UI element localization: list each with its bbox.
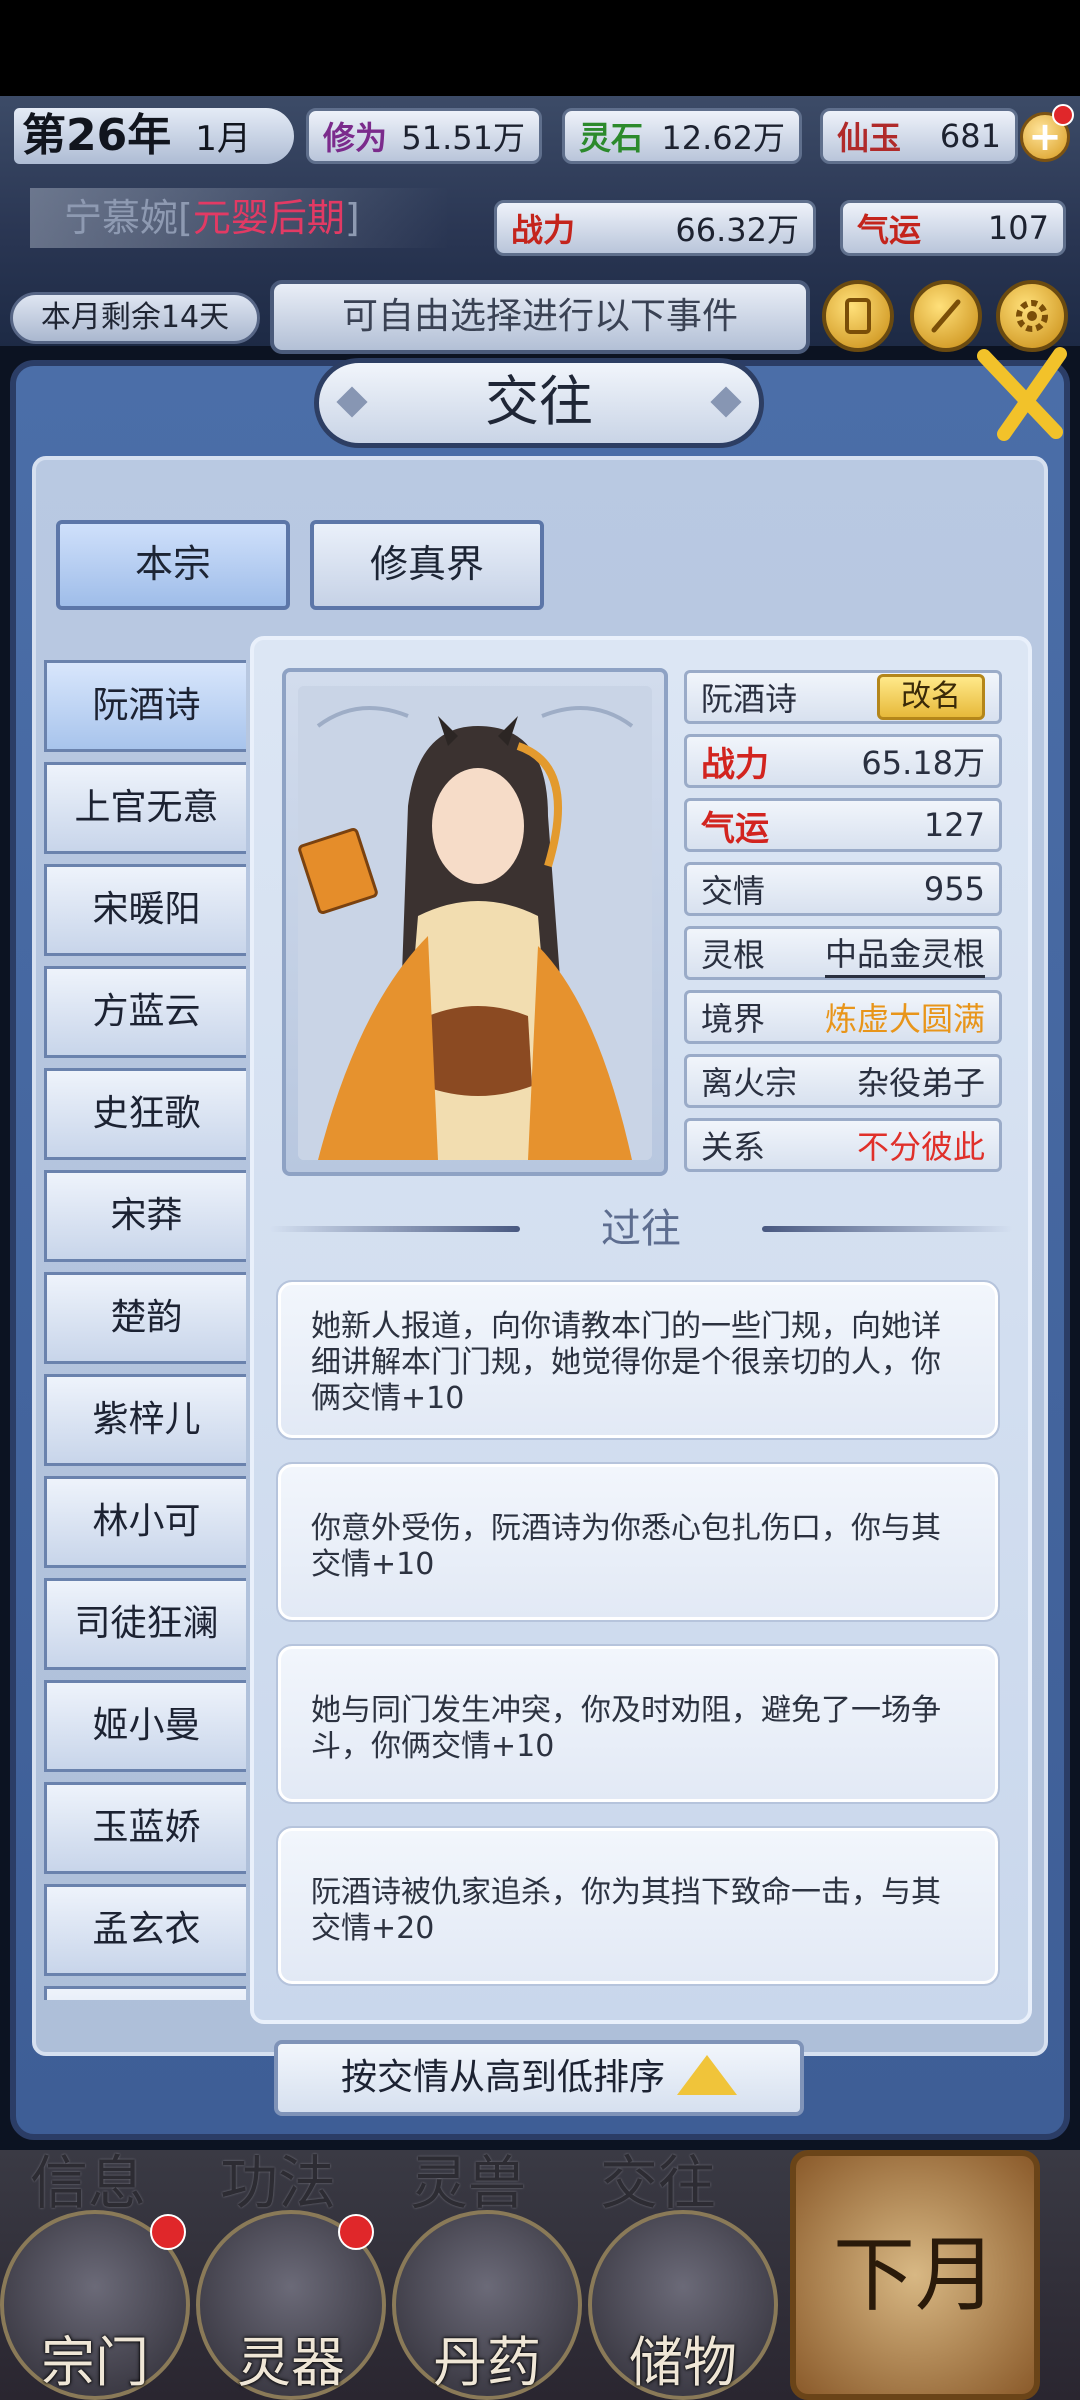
stat-value: 955 [923, 870, 985, 908]
nav-top-label[interactable]: 功法 [220, 2136, 336, 2220]
past-title-text: 过往 [601, 1206, 681, 1252]
contact-item[interactable]: 宋暖阳 [44, 864, 246, 956]
stat-jiaoqing: 交情 955 [684, 862, 1002, 916]
event-hint: 可自由选择进行以下事件 [270, 280, 810, 354]
xiuwei-label: 修为 [323, 119, 388, 157]
panel-title-text: 交往 [485, 370, 593, 433]
stat-label: 战力 [701, 744, 769, 785]
stat-value: 不分彼此 [856, 1128, 985, 1166]
stat-value: 65.18万 [861, 744, 985, 782]
zhanli-value: 66.32万 [675, 211, 799, 249]
contact-name-row: 阮酒诗 改名 [684, 670, 1002, 724]
date-display: 第26年 1月 [14, 108, 294, 164]
contact-item[interactable]: 姬小曼 [44, 1680, 246, 1772]
next-month-button[interactable]: 下月 [790, 2150, 1040, 2400]
stat-zhanli: 战力 65.18万 [684, 734, 1002, 788]
player-name: 宁慕婉[元婴后期] [30, 188, 450, 248]
qiyun-value: 107 [987, 209, 1049, 247]
event-card: 她新人报道，向你请教本门的一些门规，向她详细讲解本门门规，她觉得你是个很亲切的人… [276, 1280, 1000, 1440]
notification-dot [1052, 104, 1074, 126]
nav-label: 宗门 [41, 2331, 149, 2394]
status-bar [0, 0, 1080, 96]
contact-item[interactable]: 史狂歌 [44, 1068, 246, 1160]
event-card: 她与同门发生冲突，你及时劝阻，避免了一场争斗，你俩交情+10 [276, 1644, 1000, 1804]
rename-button[interactable]: 改名 [877, 674, 985, 720]
event-text: 她新人报道，向你请教本门的一些门规，向她详细讲解本门门规，她觉得你是个很亲切的人… [311, 1309, 941, 1416]
notification-dot [338, 2214, 374, 2250]
zhanli-label: 战力 [511, 211, 576, 249]
contact-item[interactable]: 方蓝云 [44, 966, 246, 1058]
year-label: 第26年 [22, 110, 172, 161]
contact-item-partial[interactable] [44, 1986, 246, 2000]
contact-item[interactable]: 楚韵 [44, 1272, 246, 1364]
stat-label: 灵根 [701, 936, 766, 974]
event-card: 阮酒诗被仇家追杀，你为其挡下致命一击，与其交情+20 [276, 1826, 1000, 1986]
tab-xiuzhenjie[interactable]: 修真界 [310, 520, 544, 610]
event-text: 你意外受伤，阮酒诗为你悉心包扎伤口，你与其交情+10 [311, 1511, 941, 1582]
lingshi-resource: 灵石 12.62万 [562, 108, 802, 164]
nav-label: 储物 [629, 2331, 737, 2394]
stat-qiyun: 气运 127 [684, 798, 1002, 852]
top-hud: 第26年 1月 修为 51.51万 灵石 12.62万 仙玉 681 + 宁慕婉[… [0, 96, 1080, 354]
stat-value-link[interactable]: 中品金灵根 [824, 929, 985, 978]
qiyun-resource: 气运 107 [840, 200, 1066, 256]
stat-label: 离火宗 [701, 1064, 798, 1102]
zhanli-resource: 战力 66.32万 [494, 200, 816, 256]
stat-jingjie: 境界 炼虚大圆满 [684, 990, 1002, 1044]
notification-dot [150, 2214, 186, 2250]
contact-item[interactable]: 紫梓儿 [44, 1374, 246, 1466]
stat-value: 杂役弟子 [856, 1064, 985, 1102]
close-icon[interactable] [964, 336, 1074, 446]
xiuwei-value: 51.51万 [401, 119, 525, 157]
contact-item[interactable]: 孟玄衣 [44, 1884, 246, 1976]
contact-name: 阮酒诗 [701, 680, 798, 718]
remaining-days: 本月剩余14天 [10, 292, 260, 344]
sort-by-affinity-button[interactable]: 按交情从高到低排序 [274, 2040, 804, 2116]
scroll-icon[interactable] [822, 280, 894, 352]
contact-item[interactable]: 宋莽 [44, 1170, 246, 1262]
bracket-open: [ [178, 196, 193, 240]
past-section-title: 过往 [250, 1196, 1032, 1262]
stat-value: 炼虚大圆满 [824, 1000, 985, 1038]
xiuwei-resource: 修为 51.51万 [306, 108, 542, 164]
event-text: 她与同门发生冲突，你及时劝阻，避免了一场争斗，你俩交情+10 [311, 1693, 941, 1764]
nav-label: 灵器 [237, 2331, 345, 2394]
contact-item[interactable]: 林小可 [44, 1476, 246, 1568]
triangle-up-icon [677, 2055, 737, 2095]
qiyun-label: 气运 [857, 211, 922, 249]
nav-top-label[interactable]: 灵兽 [410, 2136, 526, 2220]
contact-item[interactable]: 司徒狂澜 [44, 1578, 246, 1670]
event-card: 你意外受伤，阮酒诗为你悉心包扎伤口，你与其交情+10 [276, 1462, 1000, 1622]
stat-label: 关系 [701, 1128, 766, 1166]
stat-guanxi: 关系 不分彼此 [684, 1118, 1002, 1172]
player-realm: 元婴后期 [192, 196, 345, 240]
stat-label: 气运 [701, 808, 769, 849]
stat-linggen: 灵根 中品金灵根 [684, 926, 1002, 980]
xianyu-label: 仙玉 [837, 119, 902, 157]
nav-top-label[interactable]: 信息 [30, 2136, 146, 2220]
player-name-text: 宁慕婉 [64, 196, 179, 240]
tab-benzong[interactable]: 本宗 [56, 520, 290, 610]
xianyu-value: 681 [939, 117, 1001, 155]
contact-item[interactable]: 上官无意 [44, 762, 246, 854]
stat-value: 127 [923, 806, 985, 844]
event-text: 阮酒诗被仇家追杀，你为其挡下致命一击，与其交情+20 [311, 1875, 941, 1946]
lingshi-label: 灵石 [579, 119, 644, 157]
contact-item[interactable]: 玉蓝娇 [44, 1782, 246, 1874]
stat-label: 交情 [701, 872, 766, 910]
stat-label: 境界 [701, 1000, 766, 1038]
character-portrait [298, 686, 652, 1160]
stat-sect: 离火宗 杂役弟子 [684, 1054, 1002, 1108]
contact-list: 阮酒诗 上官无意 宋暖阳 方蓝云 史狂歌 宋莽 楚韵 紫梓儿 林小可 司徒狂澜 … [44, 660, 246, 2000]
nav-label: 丹药 [433, 2331, 541, 2394]
bracket-close: ] [344, 196, 360, 240]
panel-title: 交往 [314, 358, 764, 448]
lingshi-value: 12.62万 [661, 119, 785, 157]
contact-item[interactable]: 阮酒诗 [44, 660, 246, 752]
nav-top-label[interactable]: 交往 [600, 2136, 716, 2220]
xianyu-resource: 仙玉 681 [820, 108, 1018, 164]
month-label: 1月 [195, 119, 251, 159]
sort-label: 按交情从高到低排序 [340, 2057, 665, 2098]
